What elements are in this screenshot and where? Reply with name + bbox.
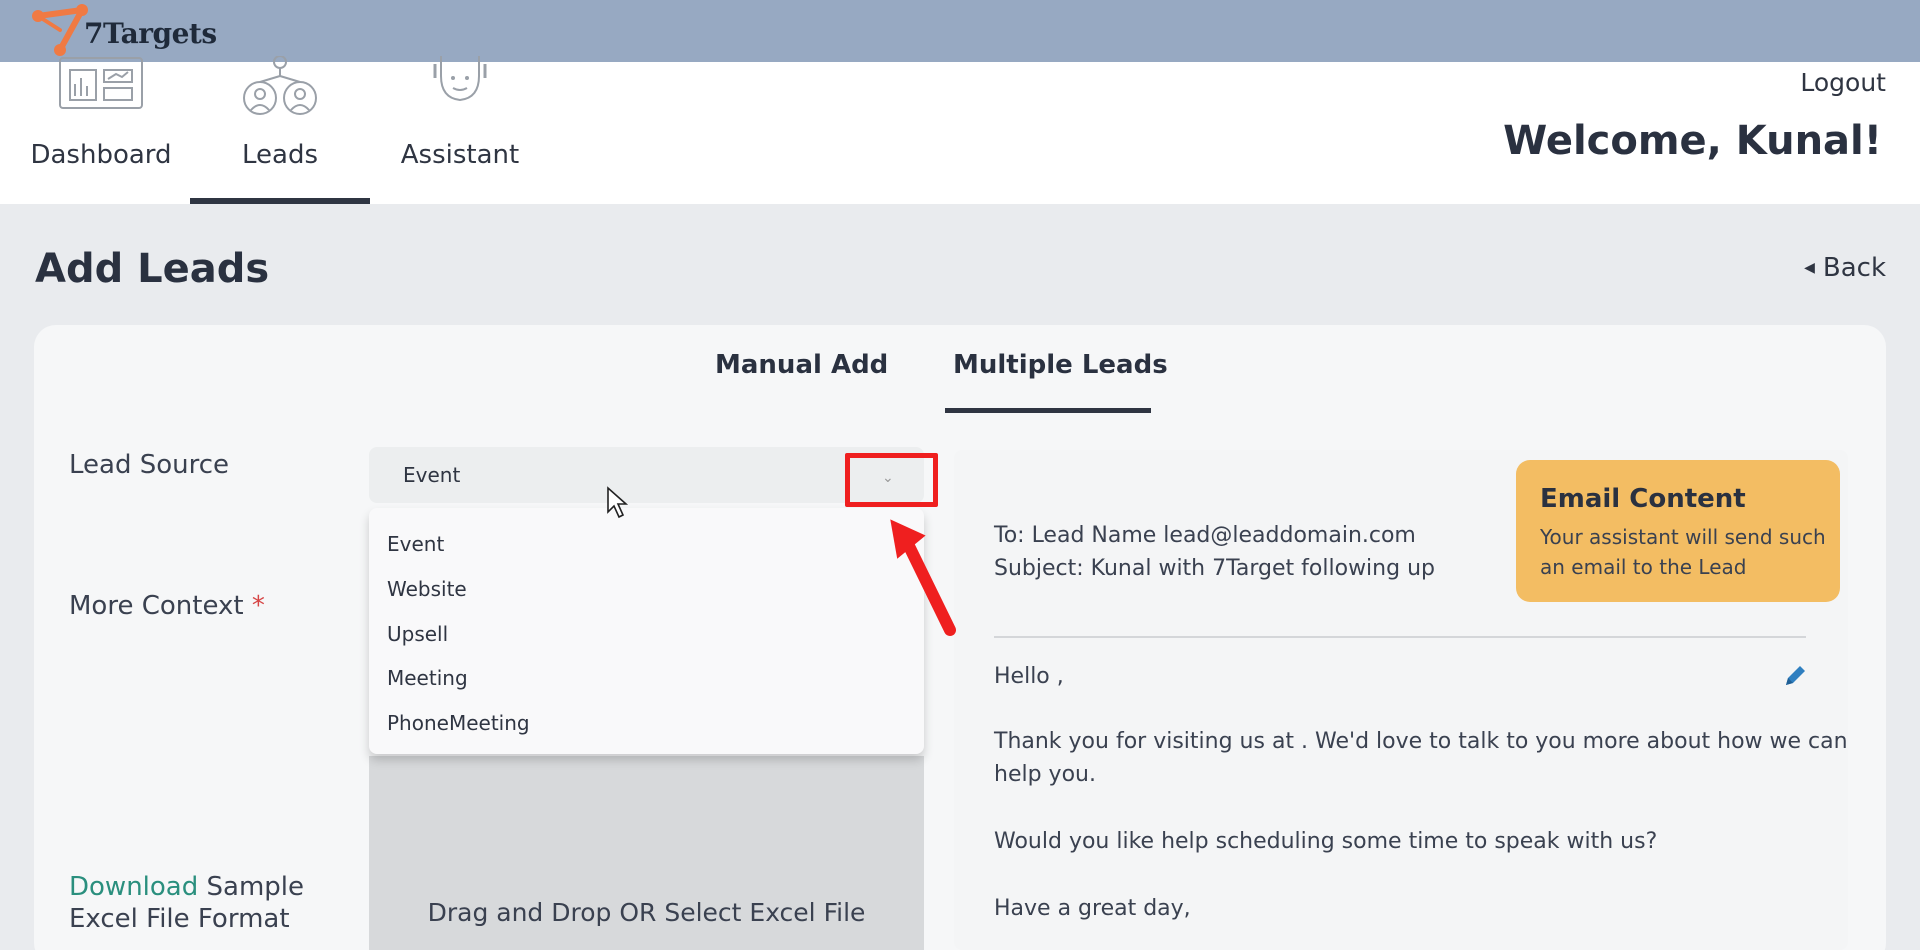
email-body-line-2: help you. [994, 762, 1096, 787]
dropdown-option-event[interactable]: Event [387, 532, 444, 556]
excel-drop-zone[interactable]: Drag and Drop OR Select Excel File [369, 756, 924, 950]
download-sample-word: Sample [198, 872, 305, 902]
welcome-message: Welcome, Kunal! [1503, 118, 1882, 164]
email-content-description: Your assistant will send such an email t… [1540, 525, 1826, 579]
back-button[interactable]: ◀ Back [1804, 253, 1886, 283]
email-to: To: Lead Name lead@leaddomain.com [994, 523, 1416, 548]
nav-dashboard[interactable]: Dashboard [28, 57, 174, 204]
logo-mark-icon [32, 4, 88, 56]
more-context-label: More Context * [69, 591, 265, 621]
logout-link[interactable]: Logout [1800, 68, 1886, 97]
red-arrow-icon [890, 519, 956, 636]
nav-leads[interactable]: Leads [190, 56, 370, 204]
download-sample-text: Download Sample Excel File Format [69, 871, 304, 935]
lead-source-select[interactable]: Event [369, 447, 924, 503]
lead-source-dropdown: Event Website Upsell Meeting PhoneMeetin… [369, 508, 924, 754]
nav-leads-label: Leads [241, 140, 318, 170]
page-title: Add Leads [35, 246, 270, 292]
nav-dashboard-label: Dashboard [30, 140, 172, 170]
nav-active-indicator [190, 198, 370, 204]
email-body-line-1: Thank you for visiting us at . We'd love… [994, 729, 1848, 754]
email-content-title: Email Content [1540, 484, 1746, 514]
dashboard-icon [59, 57, 143, 109]
email-greeting: Hello , [994, 664, 1064, 689]
lead-source-label: Lead Source [69, 450, 230, 480]
download-link[interactable]: Download [69, 872, 198, 902]
drop-zone-text: Drag and Drop OR Select Excel File [427, 898, 866, 927]
email-subject: Subject: Kunal with 7Target following up [994, 556, 1435, 581]
dropdown-option-meeting[interactable]: Meeting [387, 666, 468, 690]
dropdown-option-website[interactable]: Website [387, 577, 467, 601]
nav-assistant-label: Assistant [400, 140, 520, 170]
caret-left-icon: ◀ [1804, 260, 1815, 276]
active-tab-indicator [945, 408, 1151, 413]
pencil-edit-icon[interactable] [1782, 663, 1808, 689]
dropdown-option-upsell[interactable]: Upsell [387, 622, 448, 646]
dropdown-option-phonemeeting[interactable]: PhoneMeeting [387, 711, 530, 735]
tab-manual-add[interactable]: Manual Add [715, 350, 888, 380]
back-label: Back [1822, 253, 1886, 283]
assistant-icon [433, 56, 487, 102]
main-header: Dashboard Leads Assistant Logout Welcome… [0, 56, 1920, 204]
logo-text: 7Targets [84, 17, 217, 50]
email-body-question: Would you like help scheduling some time… [994, 829, 1658, 854]
more-context-text: More Context [69, 591, 244, 621]
tab-multiple-leads[interactable]: Multiple Leads [953, 350, 1168, 380]
top-bar: 7Targets [0, 0, 1920, 62]
lead-source-value: Event [403, 463, 461, 487]
email-sign-off: Have a great day, [994, 896, 1191, 921]
email-content-badge: Email Content Your assistant will send s… [1516, 460, 1840, 602]
leads-icon [243, 56, 317, 115]
download-format-text: Excel File Format [69, 904, 290, 934]
highlight-box [845, 453, 938, 507]
required-mark: * [251, 591, 265, 621]
mouse-cursor-icon [607, 486, 629, 519]
email-divider [994, 636, 1806, 638]
nav-assistant[interactable]: Assistant [398, 56, 522, 204]
